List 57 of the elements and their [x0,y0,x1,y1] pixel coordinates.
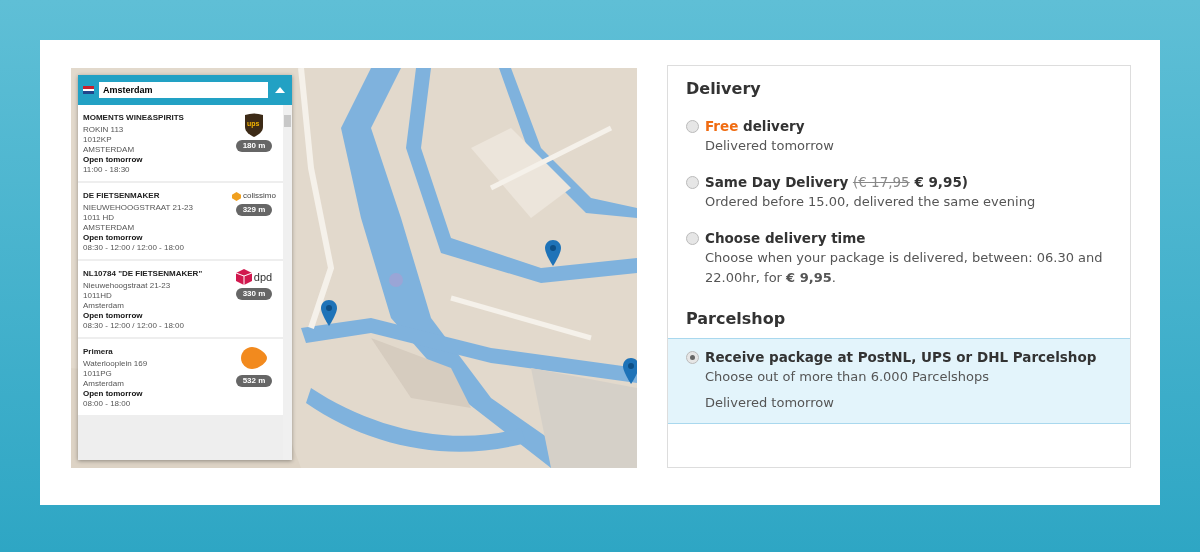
shop-address: Amsterdam [83,379,125,389]
section-heading: Delivery [685,78,762,100]
shop-address: Nieuwehoogstraat 21-23 [83,281,172,291]
caret-up-icon[interactable] [273,87,287,93]
shop-name: Primera [83,347,114,357]
shop-address: AMSTERDAM [83,145,136,155]
opening-hours: 08:30 - 12:00 / 12:00 - 18:00 [83,243,185,253]
opening-hours: 08:00 - 18:00 [83,399,132,409]
shop-card[interactable]: DE FIETSENMAKER NIEUWEHOOGSTRAAT 21-23 1011 HD AMSTERDAM Open tomorrow 08:30 - 12:00 / 12:00 - 18:00 colissimo 329 m [78,183,283,259]
option-description: Choose out of more than 6.000 Parcelshops [705,368,991,386]
map-pin-icon[interactable] [321,300,337,326]
shop-name: NL10784 "DE FIETSENMAKER" [83,269,204,279]
shop-name: MOMENTS WINE&SPIRITS [83,113,185,123]
radio-button[interactable] [686,120,699,133]
option-title: Same Day Delivery (€ 17,95 € 9,95) [705,173,969,192]
shop-address: AMSTERDAM [83,223,136,233]
distance-badge: 330 m [235,288,273,300]
scrollbar[interactable] [283,105,292,460]
option-title: Free delivery [705,117,806,136]
shop-address: 1011PG [83,369,113,379]
opening-hours: 08:30 - 12:00 / 12:00 - 18:00 [83,321,185,331]
flag-icon [83,86,94,94]
distance-badge: 329 m [235,204,273,216]
opening-status: Open tomorrow [83,389,144,399]
shop-address: Waterlooplein 169 [83,359,149,369]
option-description: Ordered before 15.00, delivered the same evening [705,193,1036,211]
shop-name: DE FIETSENMAKER [83,191,161,201]
option-description: Delivered tomorrow [705,137,834,155]
selected-option[interactable]: Receive package at PostNL, UPS or DHL Parcelshop Choose out of more than 6.000 Parcelshops Delivered tomorrow [668,338,1130,424]
opening-status: Open tomorrow [83,155,144,165]
shop-address: 1012KP [83,135,113,145]
radio-button[interactable] [686,351,699,364]
option-title: Choose delivery time [705,229,867,248]
dpd-logo: dpd [235,269,273,285]
distance-badge: 532 m [235,375,273,387]
colissimo-logo: colissimo [232,191,276,201]
section-heading: Parcelshop [685,308,787,330]
option-title: Receive package at PostNL, UPS or DHL Parcelshop [705,348,1097,367]
shop-address: 1011HD [83,291,113,301]
radio-button[interactable] [686,176,699,189]
map-pin-icon[interactable] [545,240,561,266]
opening-status: Open tomorrow [83,311,144,321]
option-description: Delivered tomorrow [705,394,835,412]
shop-address: Amsterdam [83,301,125,311]
search-field[interactable]: Amsterdam [99,82,268,98]
shop-card[interactable]: Primera Waterlooplein 169 1011PG Amsterdam Open tomorrow 08:00 - 18:00 532 m [78,339,283,415]
postnl-logo [241,347,267,372]
shop-address: NIEUWEHOOGSTRAAT 21-23 [83,203,194,213]
opening-status: Open tomorrow [83,233,144,243]
option-description: Choose when your package is delivered, between: 06.30 and 22.00hr, for € 9,95. [705,249,1104,287]
shop-card[interactable]: NL10784 "DE FIETSENMAKER" Nieuwehoogstraat 21-23 1011HD Amsterdam Open tomorrow 08:30 - 12:00 / 12:00 - 18:00 dpd 330 m [78,261,283,337]
shop-address: 1011 HD [83,213,115,223]
opening-hours: 11:00 - 18:30 [83,165,131,175]
distance-badge: 180 m [235,140,273,152]
radio-button[interactable] [686,232,699,245]
map-pin-icon[interactable] [623,358,637,384]
shop-address: ROKIN 113 [83,125,125,135]
